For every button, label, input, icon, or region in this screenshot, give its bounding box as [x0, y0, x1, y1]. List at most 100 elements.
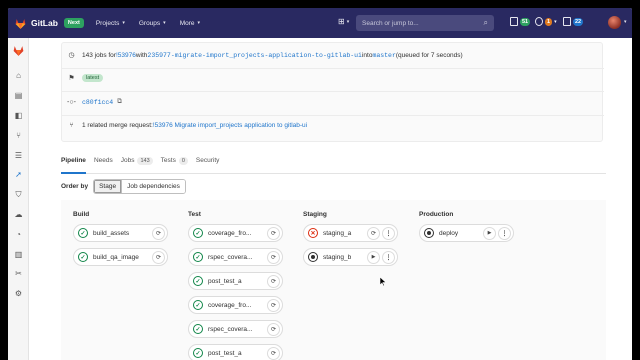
job-deploy[interactable]: deploy ▶ ⋮: [419, 224, 514, 242]
job-coverage_fro[interactable]: ✓ coverage_fro... ⟳: [188, 296, 283, 314]
job-staging_a[interactable]: ✕ staging_a ⟳ ⋮: [303, 224, 398, 242]
order-by-stage-button[interactable]: Stage: [94, 180, 122, 193]
stage-title-production: Production: [419, 211, 454, 218]
issues-counter[interactable]: 51: [510, 17, 531, 26]
job-coverage_fro[interactable]: ✓ coverage_fro... ⟳: [188, 224, 283, 242]
job-staging_b[interactable]: staging_b ▶ ⋮: [303, 248, 398, 266]
job-post_test_a[interactable]: ✓ post_test_a ⟳: [188, 344, 283, 360]
jobs-prefix: 143 jobs for: [82, 51, 116, 59]
todos-count: 22: [573, 17, 584, 26]
issues-icon[interactable]: ◧: [13, 110, 24, 121]
issues-icon: [510, 17, 518, 26]
tab-tests-label: Tests: [160, 157, 176, 164]
chevron-down-icon: ▾: [163, 20, 166, 26]
next-badge[interactable]: Next: [63, 18, 84, 28]
repository-icon[interactable]: ▤: [13, 90, 24, 101]
snippets-icon[interactable]: ✂: [13, 268, 24, 279]
merge-request-icon: ⑂: [69, 122, 74, 129]
retry-icon[interactable]: ⟳: [267, 346, 280, 360]
tab-tests[interactable]: Tests 0: [161, 154, 188, 174]
queued-text: (queued for 7 seconds): [395, 51, 463, 59]
tab-needs[interactable]: Needs: [94, 154, 113, 174]
rocket-icon[interactable]: ➚: [13, 169, 24, 180]
requirements-icon[interactable]: ☰: [13, 150, 24, 161]
analytics-icon[interactable]: ▥: [13, 249, 24, 260]
pipeline-tags-row: ⚑ latest: [67, 74, 104, 82]
collapse-sidebar-icon[interactable]: »: [13, 356, 24, 360]
nav-more[interactable]: More ▾: [180, 20, 200, 27]
search-input[interactable]: Search or jump to... ⌕: [356, 15, 494, 31]
pipeline-link[interactable]: !53976: [116, 52, 136, 59]
retry-icon[interactable]: ⟳: [367, 226, 380, 240]
retry-icon[interactable]: ⟳: [267, 298, 280, 312]
chevron-down-icon: ▾: [346, 18, 350, 25]
clock-icon: ◷: [68, 52, 75, 59]
tab-pipeline[interactable]: Pipeline: [61, 154, 86, 174]
todos-counter[interactable]: 22: [563, 17, 584, 26]
merge-requests-counter[interactable]: 1 ▾: [535, 17, 557, 26]
retry-icon[interactable]: ⟳: [267, 226, 280, 240]
mr-prefix: 1 related merge request:: [82, 122, 153, 129]
play-icon[interactable]: ▶: [367, 250, 380, 264]
with-text: with: [135, 51, 148, 59]
job-name: staging_a: [323, 229, 352, 237]
commit-icon: -○-: [67, 98, 76, 106]
tab-jobs-label: Jobs: [120, 157, 135, 164]
status-success-icon: ✓: [193, 252, 203, 262]
retry-icon[interactable]: ⟳: [152, 226, 165, 240]
status-success-icon: ✓: [193, 348, 203, 358]
merge-request-link[interactable]: !53976 Migrate import_projects applicati…: [153, 122, 307, 129]
order-by-label: Order by: [61, 183, 89, 190]
tab-jobs[interactable]: Jobs 143: [121, 154, 153, 174]
retry-icon[interactable]: ⟳: [152, 250, 165, 264]
pipeline-tabs: Pipeline Needs Jobs 143 Tests 0 Security: [61, 154, 606, 174]
sidebar: ⌂ ▤ ◧ ⑂ ☰ ➚ ⛉ ☁ ◔ ▥ ✂ ⚙ »: [8, 38, 29, 360]
nav-groups[interactable]: Groups ▾: [139, 20, 166, 27]
job-post_test_a[interactable]: ✓ post_test_a ⟳: [188, 272, 283, 290]
job-name: rspec_covera...: [208, 253, 253, 261]
job-build_qa_image[interactable]: ✓ build_qa_image ⟳: [73, 248, 168, 266]
commit-sha-link[interactable]: c80f1cc4: [82, 99, 113, 106]
nav-projects-label: Projects: [95, 19, 120, 27]
job-rspec_covera[interactable]: ✓ rspec_covera... ⟳: [188, 320, 283, 338]
retry-icon[interactable]: ⟳: [267, 322, 280, 336]
tab-security[interactable]: Security: [196, 154, 219, 174]
gitlab-logo[interactable]: GitLab: [14, 17, 58, 30]
shield-icon[interactable]: ⛉: [13, 189, 24, 200]
kebab-menu-icon[interactable]: ⋮: [498, 226, 511, 240]
branch-link[interactable]: 235977-migrate-import_projects-applicati…: [147, 52, 362, 59]
chevron-down-icon: ▾: [554, 18, 557, 25]
cloud-icon[interactable]: ☁: [13, 209, 24, 220]
chevron-down-icon: ▾: [122, 20, 125, 26]
job-name: coverage_fro...: [208, 229, 252, 237]
tab-pipeline-label: Pipeline: [61, 157, 86, 164]
pipeline-summary-row: ◷ 143 jobs for !53976 with 235977-migrat…: [67, 51, 463, 60]
top-navbar: GitLab Next Projects ▾ Groups ▾ More ▾ ⊞ ▾ S…: [8, 8, 632, 38]
project-avatar-icon[interactable]: [12, 44, 25, 57]
retry-icon[interactable]: ⟳: [267, 250, 280, 264]
merge-requests-count: 1: [545, 17, 553, 26]
play-icon[interactable]: ▶: [483, 226, 496, 240]
pipeline-info-box: ◷ 143 jobs for !53976 with 235977-migrat…: [61, 42, 604, 142]
avatar[interactable]: [608, 16, 621, 29]
copy-icon[interactable]: ⧉: [117, 98, 122, 106]
kebab-menu-icon[interactable]: ⋮: [382, 226, 395, 240]
job-name: post_test_a: [208, 349, 242, 357]
divider: [62, 115, 604, 116]
kebab-menu-icon[interactable]: ⋮: [382, 250, 395, 264]
search-placeholder: Search or jump to...: [362, 19, 419, 27]
settings-icon[interactable]: ⚙: [13, 288, 24, 299]
target-branch-link[interactable]: master: [372, 52, 395, 59]
nav-projects[interactable]: Projects ▾: [96, 20, 125, 27]
merge-request-icon[interactable]: ⑂: [13, 130, 24, 141]
status-success-icon: ✓: [78, 252, 88, 262]
order-by-dependencies-button[interactable]: Job dependencies: [121, 180, 185, 193]
new-dropdown-button[interactable]: ⊞ ▾: [338, 17, 349, 26]
retry-icon[interactable]: ⟳: [267, 274, 280, 288]
job-rspec_covera[interactable]: ✓ rspec_covera... ⟳: [188, 248, 283, 266]
monitor-icon[interactable]: ◔: [13, 229, 24, 240]
gitlab-tanuki-icon: [15, 18, 26, 29]
home-icon[interactable]: ⌂: [13, 70, 24, 81]
job-build_assets[interactable]: ✓ build_assets ⟳: [73, 224, 168, 242]
chevron-down-icon[interactable]: ▾: [624, 19, 627, 25]
